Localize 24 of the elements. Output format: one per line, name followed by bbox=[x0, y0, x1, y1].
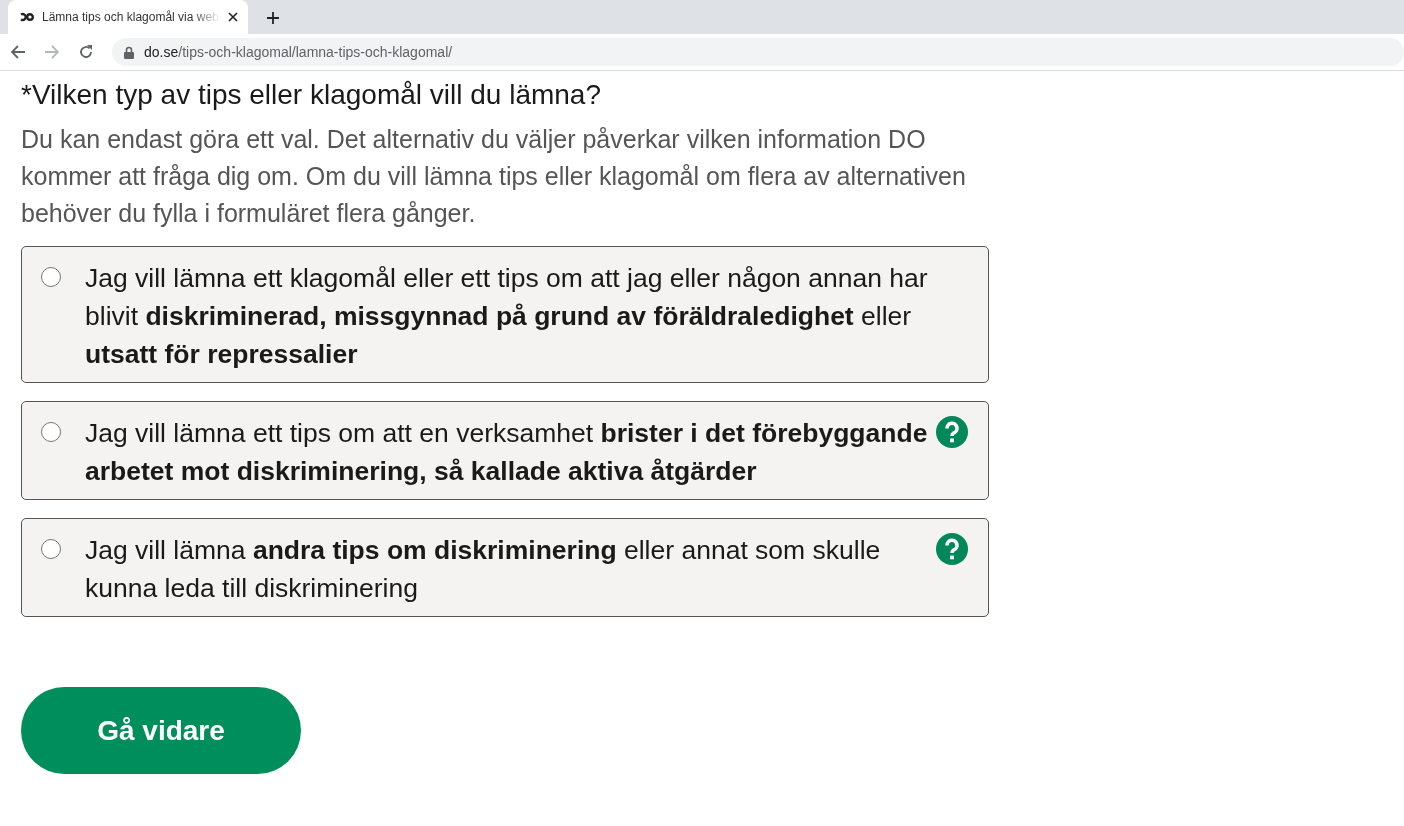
site-logo-icon bbox=[20, 12, 34, 22]
continue-button[interactable]: Gå vidare bbox=[21, 687, 301, 774]
address-bar[interactable]: do.se/tips-och-klagomal/lamna-tips-och-klagomal/ bbox=[112, 38, 1404, 66]
radio-option[interactable]: Jag vill lämna ett klagomål eller ett tips om att jag eller någon annan har blivit diskriminerad, missgynnad på grund av föräldraledighet eller utsatt för repressalier bbox=[21, 246, 989, 383]
lock-icon bbox=[124, 45, 134, 59]
option-text: Jag vill lämna ett klagomål eller ett tips om att jag eller någon annan har blivit diskriminerad, missgynnad på grund av föräldraledighet eller utsatt för repressalier bbox=[85, 262, 928, 371]
radio-option[interactable]: Jag vill lämna ett tips om att en verksamhet brister i det förebyggande arbetet mot diskriminering, så kallade aktiva åtgärder bbox=[21, 401, 989, 500]
tab-title: Lämna tips och klagomål via web bbox=[42, 10, 220, 24]
url-text: do.se/tips-och-klagomal/lamna-tips-och-klagomal/ bbox=[144, 44, 453, 60]
radio-button[interactable] bbox=[41, 422, 61, 442]
new-tab-icon[interactable] bbox=[266, 11, 280, 25]
radio-option[interactable]: Jag vill lämna andra tips om diskriminering eller annat som skulle kunna leda till diskriminering bbox=[21, 518, 989, 617]
radio-button[interactable] bbox=[41, 267, 61, 287]
radio-button[interactable] bbox=[41, 539, 61, 559]
reload-icon[interactable] bbox=[78, 44, 94, 60]
close-icon[interactable] bbox=[228, 12, 238, 22]
help-icon[interactable] bbox=[936, 533, 968, 565]
option-text: Jag vill lämna andra tips om diskriminering eller annat som skulle kunna leda till diskriminering bbox=[85, 534, 882, 605]
help-icon[interactable] bbox=[936, 416, 968, 448]
question-help-text: Du kan endast göra ett val. Det alternativ du väljer påverkar vilken information DO kommer att fråga dig om. Om du vill lämna tips eller klagomål om flera av alternativen behöver du fylla i formuläret flera gånger. bbox=[21, 124, 967, 229]
back-arrow-icon[interactable] bbox=[10, 44, 26, 60]
browser-tab[interactable]: Lämna tips och klagomål via web bbox=[8, 0, 248, 34]
option-text: Jag vill lämna ett tips om att en verksamhet brister i det förebyggande arbetet mot diskriminering, så kallade aktiva åtgärder bbox=[85, 417, 928, 488]
question-title: *Vilken typ av tips eller klagomål vill du lämna? bbox=[21, 79, 602, 111]
